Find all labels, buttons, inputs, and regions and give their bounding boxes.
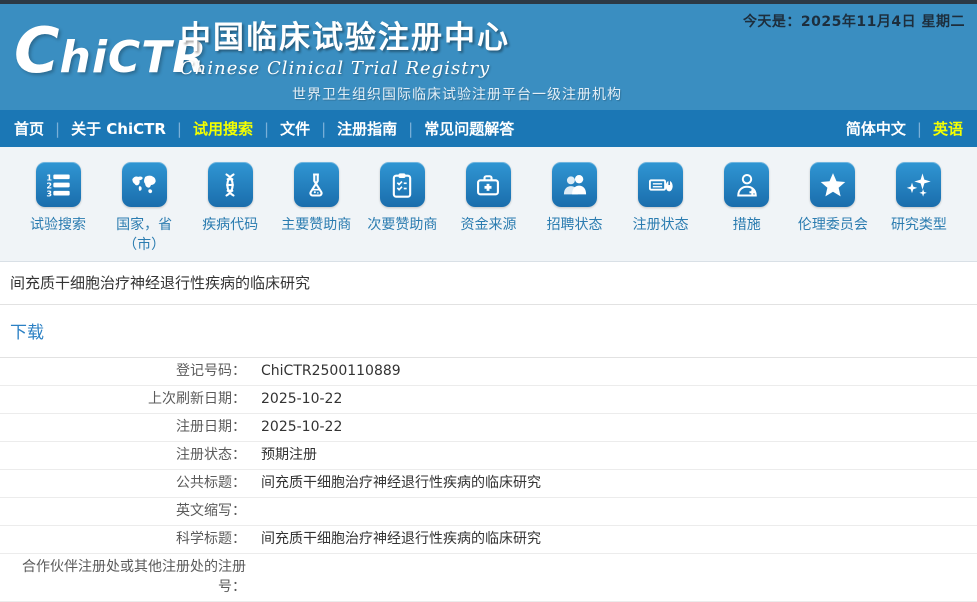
icon-label: 疾病代码 bbox=[188, 215, 272, 235]
nav-item-trial-search[interactable]: 试用搜索 bbox=[193, 118, 253, 139]
registration-detail-table: 登记号码： ChiCTR2500110889 上次刷新日期： 2025-10-2… bbox=[0, 358, 977, 602]
icon-label: 国家，省（市） bbox=[102, 215, 186, 256]
sparkles-icon bbox=[896, 162, 941, 207]
who-tagline: 世界卫生组织国际临床试验注册平台一级注册机构 bbox=[292, 84, 622, 104]
icon-label: 招聘状态 bbox=[533, 215, 617, 235]
keyboard-mouse-icon bbox=[638, 162, 683, 207]
filter-study-type[interactable]: 研究类型 bbox=[877, 162, 961, 235]
download-row: 下载 bbox=[0, 305, 977, 358]
table-row-english-acronym: 英文缩写： bbox=[0, 498, 977, 526]
icon-label: 资金来源 bbox=[446, 215, 530, 235]
search-filter-icon-strip: 1 2 3 试验搜索 国家，省（市） bbox=[0, 147, 977, 262]
nav-item-registration-guide[interactable]: 注册指南 bbox=[337, 118, 397, 139]
row-label: 公共标题： bbox=[0, 470, 246, 496]
star-icon bbox=[810, 162, 855, 207]
filter-secondary-sponsor[interactable]: 次要赞助商 bbox=[360, 162, 444, 235]
language-switcher: 简体中文 | 英语 bbox=[846, 118, 963, 139]
svg-text:3: 3 bbox=[46, 188, 52, 198]
chictr-logo[interactable]: ChiCTR bbox=[14, 20, 207, 82]
table-row-registration-number: 登记号码： ChiCTR2500110889 bbox=[0, 358, 977, 386]
flask-icon bbox=[294, 162, 339, 207]
nav-separator: | bbox=[321, 120, 326, 138]
row-value: 间充质干细胞治疗神经退行性疾病的临床研究 bbox=[246, 473, 977, 493]
filter-registration-status[interactable]: 注册状态 bbox=[619, 162, 703, 235]
icon-label: 研究类型 bbox=[877, 215, 961, 235]
site-header: 今天是：2025年11月4日 星期二 ChiCTR 中国临床试验注册中心 Chi… bbox=[0, 4, 977, 110]
dna-icon bbox=[208, 162, 253, 207]
nav-item-documents[interactable]: 文件 bbox=[280, 118, 310, 139]
site-title-english: Chinese Clinical Trial Registry bbox=[180, 58, 510, 79]
icon-label: 伦理委员会 bbox=[791, 215, 875, 235]
filter-funding-source[interactable]: 资金来源 bbox=[446, 162, 530, 235]
filter-trial-search[interactable]: 1 2 3 试验搜索 bbox=[16, 162, 100, 235]
nav-item-about[interactable]: 关于 ChiCTR bbox=[71, 118, 166, 139]
page-title: 间充质干细胞治疗神经退行性疾病的临床研究 bbox=[0, 262, 977, 305]
chictr-logo-initial: C bbox=[14, 20, 60, 82]
row-label: 合作伙伴注册处或其他注册处的注册号： bbox=[0, 554, 246, 601]
nav-separator: | bbox=[408, 120, 413, 138]
lang-english[interactable]: 英语 bbox=[933, 118, 963, 139]
table-row-partner-registry-number: 合作伙伴注册处或其他注册处的注册号： bbox=[0, 554, 977, 602]
nav-separator: | bbox=[55, 120, 60, 138]
medical-bag-icon bbox=[466, 162, 511, 207]
table-row-registration-date: 注册日期： 2025-10-22 bbox=[0, 414, 977, 442]
row-label: 英文缩写： bbox=[0, 498, 246, 524]
filter-recruitment-status[interactable]: 招聘状态 bbox=[533, 162, 617, 235]
current-date-label: 今天是：2025年11月4日 星期二 bbox=[743, 11, 965, 31]
row-value: 2025-10-22 bbox=[246, 389, 977, 409]
icon-label: 主要赞助商 bbox=[274, 215, 358, 235]
nav-item-faq[interactable]: 常见问题解答 bbox=[424, 118, 514, 139]
doctor-icon bbox=[724, 162, 769, 207]
download-link[interactable]: 下载 bbox=[10, 323, 44, 343]
nav-separator: | bbox=[264, 120, 269, 138]
nav-item-home[interactable]: 首页 bbox=[14, 118, 44, 139]
numbered-list-icon: 1 2 3 bbox=[36, 162, 81, 207]
world-map-icon bbox=[122, 162, 167, 207]
lang-simplified-chinese[interactable]: 简体中文 bbox=[846, 118, 906, 139]
row-label: 注册日期： bbox=[0, 414, 246, 440]
row-value: 间充质干细胞治疗神经退行性疾病的临床研究 bbox=[246, 529, 977, 549]
filter-interventions[interactable]: 措施 bbox=[705, 162, 789, 235]
row-label: 科学标题： bbox=[0, 526, 246, 552]
icon-label: 注册状态 bbox=[619, 215, 703, 235]
table-row-scientific-title: 科学标题： 间充质干细胞治疗神经退行性疾病的临床研究 bbox=[0, 526, 977, 554]
nav-separator: | bbox=[177, 120, 182, 138]
site-title-chinese: 中国临床试验注册中心 bbox=[180, 20, 510, 57]
row-label: 注册状态： bbox=[0, 442, 246, 468]
row-value: 预期注册 bbox=[246, 445, 977, 465]
icon-label: 措施 bbox=[705, 215, 789, 235]
table-row-last-refreshed-date: 上次刷新日期： 2025-10-22 bbox=[0, 386, 977, 414]
filter-disease-code[interactable]: 疾病代码 bbox=[188, 162, 272, 235]
row-label: 上次刷新日期： bbox=[0, 386, 246, 412]
main-content: 间充质干细胞治疗神经退行性疾病的临床研究 下载 登记号码： ChiCTR2500… bbox=[0, 262, 977, 602]
people-icon bbox=[552, 162, 597, 207]
nav-separator: | bbox=[917, 120, 922, 138]
row-value: 2025-10-22 bbox=[246, 417, 977, 437]
filter-country-province[interactable]: 国家，省（市） bbox=[102, 162, 186, 256]
table-row-registration-status: 注册状态： 预期注册 bbox=[0, 442, 977, 470]
row-value: ChiCTR2500110889 bbox=[246, 361, 977, 381]
icon-label: 试验搜索 bbox=[16, 215, 100, 235]
row-label: 登记号码： bbox=[0, 358, 246, 384]
clipboard-icon bbox=[380, 162, 425, 207]
icon-label: 次要赞助商 bbox=[360, 215, 444, 235]
site-title-block: 中国临床试验注册中心 Chinese Clinical Trial Regist… bbox=[180, 20, 510, 79]
table-row-public-title: 公共标题： 间充质干细胞治疗神经退行性疾病的临床研究 bbox=[0, 470, 977, 498]
filter-primary-sponsor[interactable]: 主要赞助商 bbox=[274, 162, 358, 235]
filter-ethics-committee[interactable]: 伦理委员会 bbox=[791, 162, 875, 235]
main-nav: 首页 | 关于 ChiCTR | 试用搜索 | 文件 | 注册指南 | 常见问题… bbox=[0, 110, 977, 147]
